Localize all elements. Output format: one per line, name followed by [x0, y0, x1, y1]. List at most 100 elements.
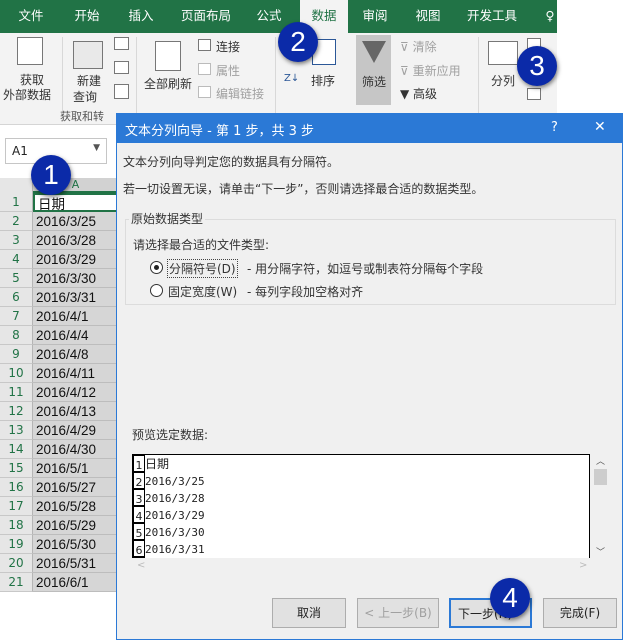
row-header[interactable]: 10 — [0, 364, 33, 383]
properties-icon — [198, 63, 211, 75]
table-cell[interactable]: 2016/3/29 — [33, 250, 118, 269]
row-header[interactable]: 11 — [0, 383, 33, 402]
table-cell[interactable]: 2016/5/29 — [33, 516, 118, 535]
table-cell[interactable]: 2016/4/12 — [33, 383, 118, 402]
help-button[interactable]: ? — [551, 120, 558, 135]
clear-button[interactable]: ⊽ 清除 — [400, 38, 437, 55]
preview-area[interactable]: 1 日期 2 2016/3/25 3 2016/3/28 4 2016/3/29 5 2016/3… — [132, 454, 590, 558]
table-cell[interactable]: 2016/4/1 — [33, 307, 118, 326]
advanced-button[interactable]: ▼ 高级 — [400, 85, 437, 102]
fixed-width-label[interactable]: 固定宽度(W) — [168, 283, 237, 300]
get-external-data-icon[interactable] — [17, 37, 43, 65]
tab-file[interactable]: 文件 — [14, 0, 48, 33]
refresh-all-icon[interactable] — [155, 41, 181, 71]
preview-label: 预览选定数据: — [132, 428, 209, 442]
table-cell[interactable]: 2016/3/28 — [33, 231, 118, 250]
table-cell[interactable]: 2016/3/25 — [33, 212, 118, 231]
row-header[interactable]: 8 — [0, 326, 33, 345]
new-query-label-2[interactable]: 查询 — [73, 88, 97, 105]
delimited-description: - 用分隔字符，如逗号或制表符分隔每个字段 — [247, 262, 484, 276]
lightbulb-icon[interactable]: ♀ — [540, 0, 560, 33]
table-cell[interactable]: 2016/4/8 — [33, 345, 118, 364]
table-cell[interactable]: 2016/6/1 — [33, 573, 118, 592]
scroll-left-icon[interactable]: < — [137, 560, 145, 571]
tab-home[interactable]: 开始 — [70, 0, 104, 33]
row-header[interactable]: 4 — [0, 250, 33, 269]
row-header[interactable]: 7 — [0, 307, 33, 326]
table-cell[interactable]: 2016/4/11 — [33, 364, 118, 383]
show-queries-icon[interactable] — [114, 37, 129, 50]
text-to-columns-button[interactable]: 分列 — [491, 72, 515, 89]
reapply-button[interactable]: ⊽ 重新应用 — [400, 62, 461, 79]
new-query-icon[interactable] — [73, 41, 103, 69]
advanced-label: 高级 — [413, 87, 438, 101]
table-cell[interactable]: 2016/5/30 — [33, 535, 118, 554]
row-header[interactable]: 13 — [0, 421, 33, 440]
table-cell[interactable]: 2016/4/4 — [33, 326, 118, 345]
row-header[interactable]: 1 — [0, 193, 33, 212]
connections-button[interactable]: 连接 — [216, 38, 240, 55]
row-header[interactable]: 16 — [0, 478, 33, 497]
table-cell[interactable]: 2016/5/27 — [33, 478, 118, 497]
table-cell[interactable]: 2016/5/1 — [33, 459, 118, 478]
row-header[interactable]: 2 — [0, 212, 33, 231]
row-header[interactable]: 5 — [0, 269, 33, 288]
tab-view[interactable]: 视图 — [411, 0, 445, 33]
delimited-label[interactable]: 分隔符号(D) — [167, 259, 238, 278]
row-header[interactable]: 21 — [0, 573, 33, 592]
cancel-button[interactable]: 取消 — [272, 598, 346, 628]
recent-sources-icon[interactable] — [114, 84, 129, 99]
row-header[interactable]: 17 — [0, 497, 33, 516]
table-cell[interactable]: 2016/5/28 — [33, 497, 118, 516]
table-cell[interactable]: 2016/5/31 — [33, 554, 118, 573]
sort-button[interactable]: 排序 — [311, 72, 335, 89]
tab-insert[interactable]: 插入 — [124, 0, 158, 33]
radio-button[interactable] — [150, 284, 163, 297]
from-table-icon[interactable] — [114, 61, 129, 74]
sort-za-icon[interactable]: Z↓ — [284, 73, 299, 84]
preview-row-number — [133, 557, 145, 558]
filter-button[interactable]: 筛选 — [356, 35, 391, 105]
select-all-corner[interactable] — [0, 178, 33, 193]
text-to-columns-icon[interactable] — [488, 41, 518, 65]
row-header[interactable]: 20 — [0, 554, 33, 573]
tab-formulas[interactable]: 公式 — [252, 0, 286, 33]
row-header[interactable]: 19 — [0, 535, 33, 554]
table-cell[interactable]: 2016/4/30 — [33, 440, 118, 459]
step-badge-3: 3 — [517, 46, 557, 86]
refresh-all-label[interactable]: 全部刷新 — [144, 75, 192, 92]
scroll-thumb[interactable] — [594, 469, 607, 485]
row-header[interactable]: 15 — [0, 459, 33, 478]
table-cell[interactable]: 2016/3/31 — [33, 288, 118, 307]
row-header[interactable]: 14 — [0, 440, 33, 459]
row-header[interactable]: 3 — [0, 231, 33, 250]
back-button[interactable]: < 上一步(B) — [357, 598, 439, 628]
close-button[interactable]: ✕ — [594, 119, 606, 135]
get-external-label-2[interactable]: 外部数据 — [3, 86, 51, 103]
tab-review[interactable]: 审阅 — [358, 0, 392, 33]
group-title: 原始数据类型 — [129, 210, 206, 227]
row-header[interactable]: 6 — [0, 288, 33, 307]
row-header[interactable]: 9 — [0, 345, 33, 364]
table-cell[interactable]: 2016/3/30 — [33, 269, 118, 288]
preview-row-text: 2016/3/31 — [145, 543, 205, 556]
chevron-down-icon[interactable]: ▼ — [93, 143, 100, 153]
tab-page-layout[interactable]: 页面布局 — [176, 0, 236, 33]
edit-links-button[interactable]: 编辑链接 — [216, 85, 264, 102]
row-header[interactable]: 18 — [0, 516, 33, 535]
table-cell[interactable]: 2016/4/13 — [33, 402, 118, 421]
finish-button[interactable]: 完成(F) — [543, 598, 617, 628]
data-validation-icon[interactable] — [527, 88, 541, 100]
vertical-scrollbar[interactable]: ︿ ﹀ — [592, 454, 609, 558]
table-cell[interactable]: 日期 — [33, 193, 118, 212]
new-query-label-1[interactable]: 新建 — [77, 72, 101, 89]
radio-button-selected[interactable] — [150, 261, 163, 274]
row-header[interactable]: 12 — [0, 402, 33, 421]
properties-button[interactable]: 属性 — [216, 62, 240, 79]
scroll-right-icon[interactable]: > — [579, 560, 587, 571]
table-cell[interactable]: 2016/4/29 — [33, 421, 118, 440]
tab-developer[interactable]: 开发工具 — [462, 0, 522, 33]
scroll-down-icon[interactable]: ﹀ — [592, 545, 609, 558]
scroll-up-icon[interactable]: ︿ — [592, 454, 609, 467]
preview-row-text: 2016/3/28 — [145, 492, 205, 505]
